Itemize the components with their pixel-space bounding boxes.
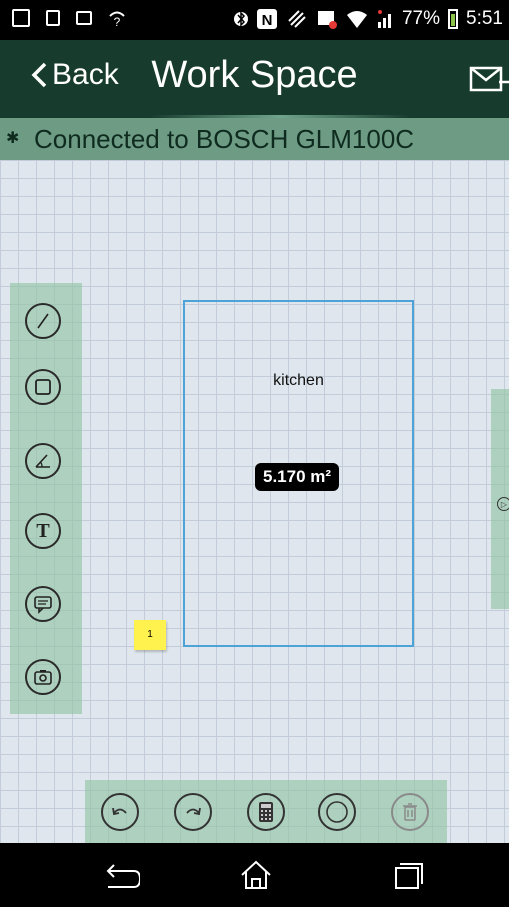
room-label: kitchen — [273, 372, 324, 389]
connection-text: Connected to BOSCH GLM100C — [34, 124, 415, 154]
circle-icon[interactable] — [318, 793, 356, 831]
tool-panel: T — [10, 283, 82, 714]
expand-panel-icon[interactable]: ▷ — [497, 497, 509, 511]
image-icon — [12, 9, 30, 27]
room-area-badge: 5.170 m² — [255, 463, 340, 491]
mail-icon[interactable] — [469, 64, 509, 94]
app-header: Back Work Space — [0, 40, 509, 118]
text-tool-icon[interactable]: T — [25, 513, 61, 549]
data-icon — [317, 11, 337, 29]
connection-status-bar: ✱ Connected to BOSCH GLM100C — [0, 118, 509, 160]
bluetooth-icon — [233, 11, 248, 27]
square-icon — [46, 10, 60, 26]
status-bar: ? N 77% 5:51 — [0, 0, 509, 40]
rectangle-tool-icon[interactable] — [25, 369, 61, 405]
drawing-canvas[interactable]: T ▷ kitchen 5.170 m² 1 — [0, 160, 509, 843]
calculator-icon[interactable] — [247, 793, 285, 831]
status-right-icons: N 77% 5:51 — [233, 8, 503, 30]
undo-icon[interactable] — [101, 793, 139, 831]
comment-tool-icon[interactable] — [25, 586, 61, 622]
bottom-toolbar — [85, 780, 447, 843]
wifi-question-icon: ? — [109, 11, 125, 27]
home-nav-icon[interactable] — [236, 859, 276, 891]
bluetooth-icon: ✱ — [6, 130, 20, 147]
clock: 5:51 — [466, 8, 503, 29]
angle-tool-icon[interactable] — [25, 443, 61, 479]
svg-text:?: ? — [114, 15, 121, 27]
nfc-icon: N — [256, 9, 277, 29]
camera-tool-icon[interactable] — [25, 659, 61, 695]
line-tool-icon[interactable] — [25, 303, 61, 339]
back-nav-icon[interactable] — [100, 859, 140, 891]
trash-icon[interactable] — [391, 793, 429, 831]
redo-icon[interactable] — [174, 793, 212, 831]
copy-icon — [76, 11, 92, 25]
vibrate-icon — [288, 10, 306, 28]
sticky-note[interactable]: 1 — [134, 620, 166, 650]
battery-icon — [448, 9, 459, 29]
svg-text:N: N — [262, 12, 273, 29]
recents-nav-icon[interactable] — [388, 859, 428, 891]
room-shape[interactable]: kitchen 5.170 m² — [183, 300, 414, 647]
signal-icon — [377, 10, 391, 28]
wifi-icon — [346, 11, 367, 28]
android-nav-bar — [0, 843, 509, 907]
status-left-icons: ? — [12, 9, 126, 27]
right-side-panel[interactable]: ▷ — [491, 389, 509, 609]
battery-percent: 77% — [401, 8, 441, 29]
page-title: Work Space — [151, 54, 358, 96]
